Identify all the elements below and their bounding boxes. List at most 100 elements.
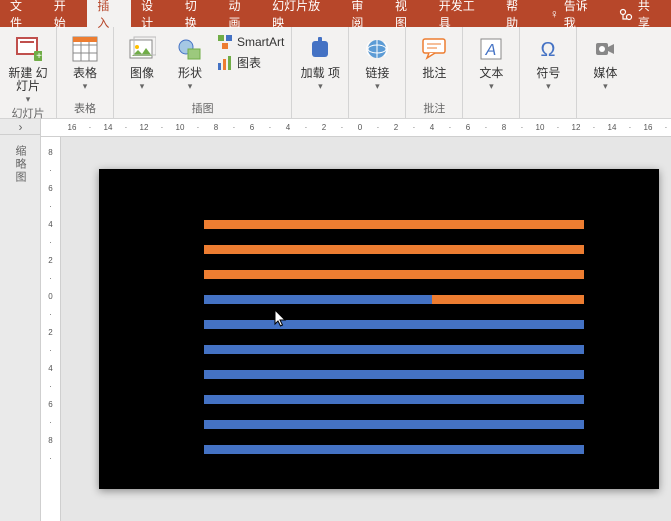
bar-row[interactable]: [204, 320, 584, 329]
ruler-tick: 8: [493, 123, 515, 132]
ribbon: + 新建 幻灯片 ▾ 幻灯片 表格 ▾ 表格 图像 ▾ 形状: [0, 27, 671, 119]
new-slide-button[interactable]: + 新建 幻灯片 ▾: [4, 29, 52, 105]
ruler-tick: 2: [48, 321, 52, 343]
bar-row[interactable]: [204, 270, 584, 279]
smartart-icon: [217, 34, 233, 50]
links-button[interactable]: 链接 ▾: [353, 29, 401, 92]
bar-segment-blue[interactable]: [204, 370, 584, 379]
table-button[interactable]: 表格 ▾: [61, 29, 109, 92]
table-icon: [69, 33, 101, 65]
symbol-button[interactable]: Ω 符号 ▾: [524, 29, 572, 92]
comment-button[interactable]: 批注: [410, 29, 458, 80]
ruler-tick: 16: [637, 123, 659, 132]
menu-tellme[interactable]: ♀ 告诉我: [540, 0, 609, 27]
chart-button[interactable]: 图表: [214, 53, 287, 72]
bar-segment-orange[interactable]: [432, 295, 584, 304]
ruler-tick: 8: [48, 141, 52, 163]
media-icon: [589, 33, 621, 65]
menu-view[interactable]: 视图: [385, 0, 429, 27]
group-text: A 文本 ▾: [463, 27, 520, 118]
bar-segment-orange[interactable]: [204, 220, 584, 229]
chart-label: 图表: [237, 54, 261, 71]
bar-segment-blue[interactable]: [204, 445, 584, 454]
slide-canvas[interactable]: [61, 137, 671, 521]
symbol-icon: Ω: [532, 33, 564, 65]
comment-icon: [418, 33, 450, 65]
bar-segment-blue[interactable]: [204, 345, 584, 354]
smartart-button[interactable]: SmartArt: [214, 33, 287, 51]
lightbulb-icon: ♀: [550, 7, 559, 21]
ruler-tick: 16: [61, 123, 83, 132]
comment-label: 批注: [422, 67, 446, 80]
menu-design[interactable]: 设计: [131, 0, 175, 27]
images-label: 图像: [130, 67, 154, 80]
menu-tellme-label: 告诉我: [564, 0, 599, 31]
text-button[interactable]: A 文本 ▾: [467, 29, 515, 92]
group-addins: 加载 项 ▾: [292, 27, 349, 118]
ruler-tick: 14: [601, 123, 623, 132]
menu-developer[interactable]: 开发工具: [429, 0, 496, 27]
dropdown-caret-icon: ▾: [375, 81, 380, 92]
ruler-tick: 10: [529, 123, 551, 132]
bar-segment-orange[interactable]: [204, 270, 584, 279]
bar-row[interactable]: [204, 370, 584, 379]
group-media: 媒体 ▾: [577, 27, 633, 118]
menu-home[interactable]: 开始: [44, 0, 88, 27]
bar-row[interactable]: [204, 445, 584, 454]
bar-segment-blue[interactable]: [204, 420, 584, 429]
addins-icon: [304, 33, 336, 65]
ruler-tick: 12: [133, 123, 155, 132]
media-label: 媒体: [593, 67, 617, 80]
menu-transitions[interactable]: 切换: [175, 0, 219, 27]
bar-row[interactable]: [204, 295, 584, 304]
menu-slideshow[interactable]: 幻灯片放映: [262, 0, 341, 27]
bar-row[interactable]: [204, 245, 584, 254]
ruler-tick: 8: [205, 123, 227, 132]
ruler-tick: 14: [97, 123, 119, 132]
menu-review[interactable]: 审阅: [341, 0, 385, 27]
bar-row[interactable]: [204, 220, 584, 229]
menu-file[interactable]: 文件: [0, 0, 44, 27]
table-label: 表格: [73, 67, 97, 80]
link-icon: [361, 33, 393, 65]
menu-share[interactable]: 共享: [609, 0, 671, 27]
outline-expand-button[interactable]: ›: [0, 119, 41, 135]
menu-animations[interactable]: 动画: [218, 0, 262, 27]
dropdown-caret-icon: ▾: [603, 81, 608, 92]
share-icon: [619, 7, 633, 21]
symbol-label: 符号: [536, 67, 560, 80]
ruler-tick: 4: [48, 213, 52, 235]
shapes-label: 形状: [178, 67, 202, 80]
addins-button[interactable]: 加载 项 ▾: [296, 29, 344, 92]
bar-segment-blue[interactable]: [204, 320, 584, 329]
bar-segment-blue[interactable]: [204, 295, 432, 304]
bar-segment-blue[interactable]: [204, 395, 584, 404]
images-button[interactable]: 图像 ▾: [118, 29, 166, 92]
ruler-vertical: 8·6·4·2·0·2·4·6·8·: [41, 137, 61, 521]
group-comments: 批注 批注: [406, 27, 463, 118]
work-area: › 缩略图 16·14·12·10·8·6·4·2·0·2·4·6·8·10·1…: [0, 119, 671, 521]
bar-segment-orange[interactable]: [204, 245, 584, 254]
media-button[interactable]: 媒体 ▾: [581, 29, 629, 92]
shapes-button[interactable]: 形状 ▾: [166, 29, 214, 92]
text-icon: A: [475, 33, 507, 65]
slide[interactable]: [99, 169, 659, 489]
ruler-tick: 0: [349, 123, 371, 132]
ruler-tick: 4: [421, 123, 443, 132]
menu-insert[interactable]: 插入: [87, 0, 131, 27]
bar-row[interactable]: [204, 420, 584, 429]
bar-row[interactable]: [204, 395, 584, 404]
images-icon: [126, 33, 158, 65]
outline-pane: › 缩略图: [0, 119, 41, 521]
shapes-icon: [174, 33, 206, 65]
bar-row[interactable]: [204, 345, 584, 354]
menu-help[interactable]: 帮助: [496, 0, 540, 27]
dropdown-caret-icon: ▾: [188, 81, 193, 92]
ruler-tick: 0: [48, 285, 52, 307]
ruler-tick: 2: [48, 249, 52, 271]
dropdown-caret-icon: ▾: [83, 81, 88, 92]
ruler-tick: 6: [241, 123, 263, 132]
ruler-tick: 6: [48, 393, 52, 415]
bar-chart[interactable]: [204, 220, 584, 470]
menu-share-label: 共享: [638, 0, 661, 31]
